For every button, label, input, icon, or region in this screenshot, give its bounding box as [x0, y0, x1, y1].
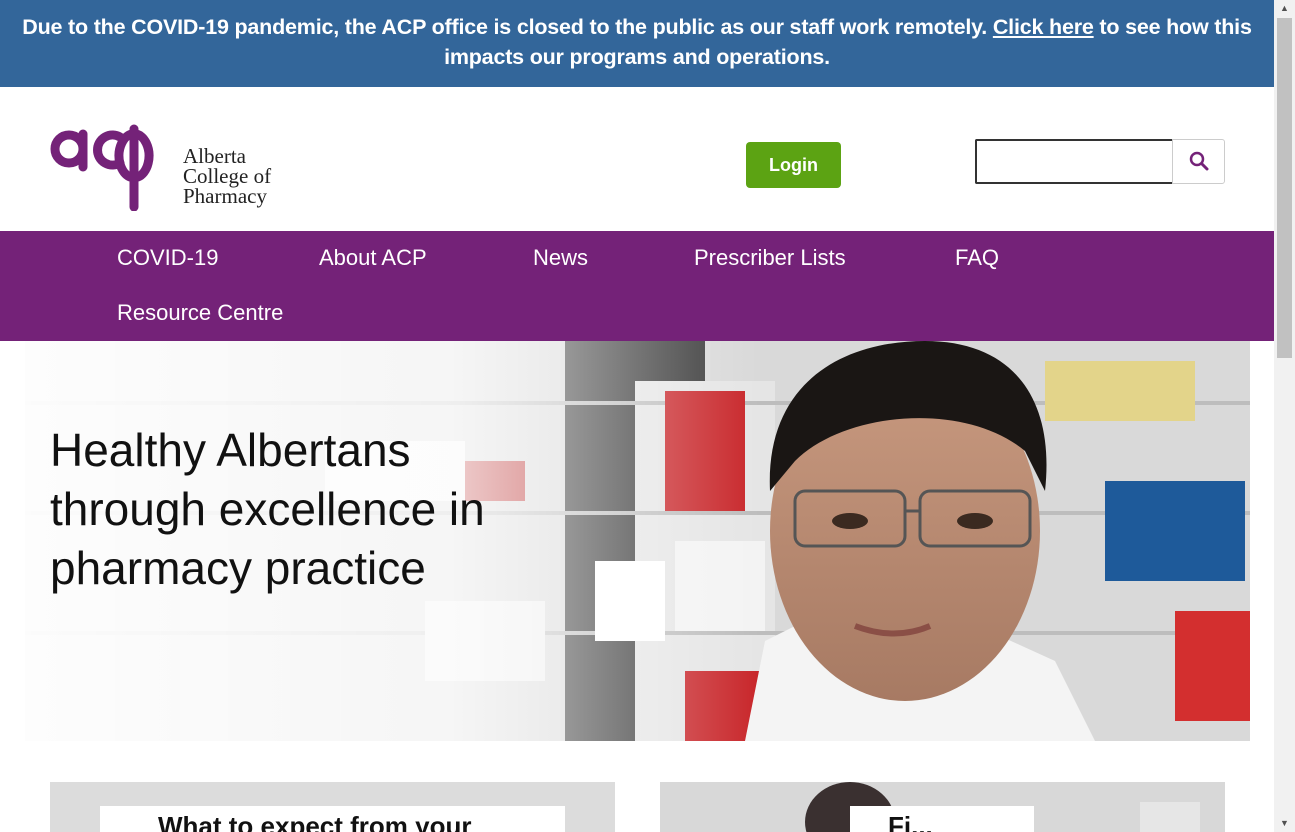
logo-wordmark: Alberta College of Pharmacy [183, 144, 272, 208]
scroll-up-icon[interactable]: ▲ [1274, 0, 1295, 17]
scroll-thumb[interactable] [1277, 18, 1292, 358]
covid-alert-banner: Due to the COVID-19 pandemic, the ACP of… [0, 0, 1274, 87]
search-input[interactable] [975, 139, 1173, 184]
hero-title: Healthy Albertans through excellence in … [50, 424, 485, 594]
page: Due to the COVID-19 pandemic, the ACP of… [0, 0, 1274, 832]
nav-item-resource-centre[interactable]: Resource Centre [117, 300, 283, 326]
login-button[interactable]: Login [746, 142, 841, 188]
alert-click-here-link[interactable]: Click here [993, 15, 1094, 39]
acp-logo[interactable]: Alberta College of Pharmacy [50, 115, 310, 211]
card-title: Fi... [850, 806, 1034, 832]
nav-item-news[interactable]: News [533, 245, 588, 271]
alert-text-before: Due to the COVID-19 pandemic, the ACP of… [22, 15, 993, 39]
card-find[interactable]: Fi... [660, 782, 1225, 832]
site-header: Alberta College of Pharmacy Login [0, 87, 1274, 231]
page-scrollbar[interactable]: ▲ ▼ [1274, 0, 1295, 832]
search-icon [1189, 151, 1209, 171]
search-button[interactable] [1172, 139, 1225, 184]
scroll-down-icon[interactable]: ▼ [1274, 815, 1295, 832]
acp-logo-mark [50, 124, 154, 211]
nav-item-prescriber-lists[interactable]: Prescriber Lists [694, 245, 846, 271]
nav-item-about-acp[interactable]: About ACP [319, 245, 427, 271]
hero-banner: Healthy Albertans through excellence in … [25, 341, 1250, 741]
logo-line-1: Alberta [183, 144, 246, 168]
card-what-to-expect[interactable]: What to expect from your [50, 782, 615, 832]
logo-line-3: Pharmacy [183, 184, 267, 208]
nav-item-faq[interactable]: FAQ [955, 245, 999, 271]
nav-item-covid-19[interactable]: COVID-19 [117, 245, 218, 271]
main-nav: COVID-19 About ACP News Prescriber Lists… [0, 231, 1274, 341]
card-title: What to expect from your [100, 806, 565, 832]
logo-line-2: College of [183, 164, 272, 188]
search-box [975, 139, 1225, 184]
